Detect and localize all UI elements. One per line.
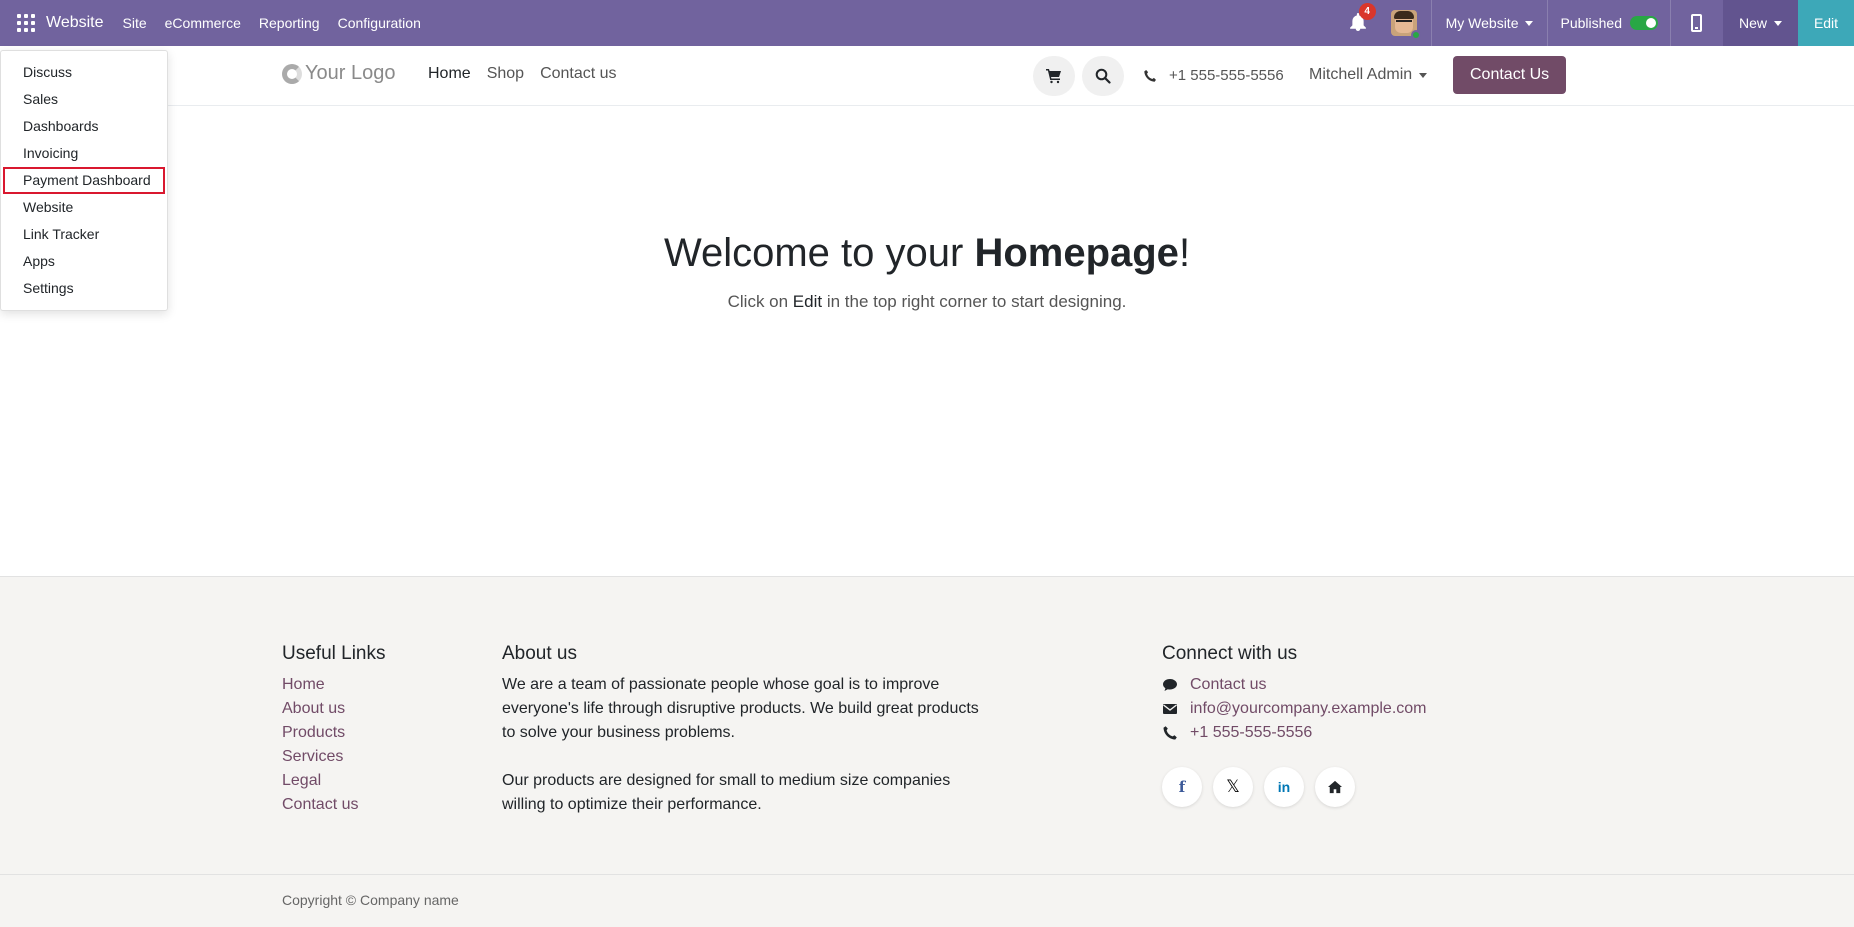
caret-down-icon	[1419, 72, 1428, 78]
user-name: Mitchell Admin	[1309, 66, 1413, 83]
facebook-icon[interactable]: f	[1162, 767, 1202, 807]
homepage-hero: Welcome to your Homepage! Click on Edit …	[0, 106, 1854, 576]
about-text-line: everyone's life through disruptive produ…	[502, 700, 979, 717]
about-column: About us We are a team of passionate peo…	[502, 643, 1042, 817]
notification-badge: 4	[1358, 3, 1376, 20]
logo-mark-icon	[282, 63, 302, 84]
nav-home[interactable]: Home	[420, 65, 479, 83]
menu-site[interactable]: Site	[114, 15, 156, 31]
about-text-line: to solve your business problems.	[502, 724, 735, 741]
hero-subtitle: Click on Edit in the top right corner to…	[727, 292, 1127, 311]
envelope-icon	[1163, 704, 1177, 714]
topbar-right: 4 My Website Published New Edit	[1349, 0, 1854, 46]
app-menu-apps[interactable]: Apps	[3, 248, 165, 275]
footer-link-home[interactable]: Home	[282, 673, 386, 697]
about-text-line: willing to optimize their performance.	[502, 796, 762, 813]
my-website-dropdown[interactable]: My Website	[1432, 15, 1548, 31]
published-toggle-group: Published	[1548, 15, 1670, 31]
footer-link-services[interactable]: Services	[282, 745, 386, 769]
shopping-cart-icon	[1046, 69, 1061, 84]
user-avatar[interactable]	[1390, 10, 1421, 40]
user-dropdown[interactable]: Mitchell Admin	[1309, 66, 1428, 84]
apps-dropdown-menu: Discuss Sales Dashboards Invoicing Payme…	[0, 50, 168, 311]
search-icon	[1095, 68, 1111, 84]
app-menu-settings[interactable]: Settings	[3, 275, 165, 302]
app-menu-payment-dashboard[interactable]: Payment Dashboard	[3, 167, 165, 194]
published-toggle[interactable]	[1629, 16, 1658, 30]
caret-down-icon	[1774, 20, 1782, 26]
menu-configuration[interactable]: Configuration	[329, 15, 430, 31]
copyright-bar: Copyright © Company name	[0, 874, 1854, 927]
nav-contact-us[interactable]: Contact us	[532, 65, 624, 83]
website-header: Your Logo Home Shop Contact us +1 555-55…	[0, 46, 1854, 106]
logo-text: Your Logo	[305, 62, 396, 84]
header-phone-number: +1 555-555-5556	[1169, 67, 1284, 84]
footer-contact-link[interactable]: Contact us	[1162, 673, 1427, 697]
connect-column: Connect with us Contact us info@yourcomp…	[1162, 643, 1427, 807]
useful-links-column: Useful Links Home About us Products Serv…	[282, 643, 386, 817]
contact-us-button[interactable]: Contact Us	[1453, 56, 1567, 94]
my-website-label: My Website	[1445, 15, 1519, 31]
x-icon[interactable]: 𝕏	[1213, 767, 1253, 807]
site-nav: Home Shop Contact us	[420, 65, 625, 83]
footer-link-about[interactable]: About us	[282, 697, 386, 721]
app-menu-sales[interactable]: Sales	[3, 86, 165, 113]
linkedin-icon[interactable]: in	[1264, 767, 1304, 807]
app-menu-link-tracker[interactable]: Link Tracker	[3, 221, 165, 248]
mobile-preview-button[interactable]	[1671, 0, 1723, 46]
phone-icon	[1163, 726, 1177, 740]
copyright-text: Copyright © Company name	[282, 892, 459, 908]
comment-icon	[1163, 679, 1177, 691]
new-button[interactable]: New	[1722, 0, 1798, 46]
apps-grid-icon[interactable]	[17, 14, 35, 32]
app-brand[interactable]: Website	[46, 14, 104, 32]
site-footer: Useful Links Home About us Products Serv…	[0, 576, 1854, 874]
new-label: New	[1738, 15, 1767, 31]
published-label: Published	[1560, 15, 1622, 31]
menu-ecommerce[interactable]: eCommerce	[156, 15, 250, 31]
app-menu-dashboards[interactable]: Dashboards	[3, 113, 165, 140]
useful-links-heading: Useful Links	[282, 643, 386, 664]
app-menu-invoicing[interactable]: Invoicing	[3, 140, 165, 167]
hero-title: Welcome to your Homepage!	[663, 231, 1191, 275]
social-links: f 𝕏 in	[1162, 767, 1427, 807]
footer-link-contact[interactable]: Contact us	[282, 793, 386, 817]
nav-shop[interactable]: Shop	[479, 65, 532, 83]
footer-link-products[interactable]: Products	[282, 721, 386, 745]
phone-icon	[1144, 69, 1156, 82]
search-button[interactable]	[1082, 56, 1124, 96]
menu-reporting[interactable]: Reporting	[250, 15, 329, 31]
app-menu-discuss[interactable]: Discuss	[3, 59, 165, 86]
site-logo[interactable]: Your Logo	[282, 62, 395, 85]
online-status-dot	[1410, 30, 1421, 40]
footer-link-legal[interactable]: Legal	[282, 769, 386, 793]
cart-button[interactable]	[1033, 56, 1075, 96]
notifications-button[interactable]: 4	[1349, 3, 1376, 33]
connect-heading: Connect with us	[1162, 643, 1298, 664]
admin-topbar: Website Site eCommerce Reporting Configu…	[0, 0, 1854, 46]
about-text-line: Our products are designed for small to m…	[502, 772, 951, 789]
app-menu-website[interactable]: Website	[3, 194, 165, 221]
home-icon[interactable]	[1315, 767, 1355, 807]
footer-email-link[interactable]: info@yourcompany.example.com	[1162, 697, 1427, 721]
footer-phone-link[interactable]: +1 555-555-5556	[1162, 721, 1427, 745]
about-heading: About us	[502, 643, 577, 664]
caret-down-icon	[1525, 20, 1534, 26]
edit-button[interactable]: Edit	[1798, 0, 1854, 46]
about-text-line: We are a team of passionate people whose…	[502, 676, 940, 693]
top-menu: Site eCommerce Reporting Configuration	[114, 15, 430, 31]
mobile-phone-icon	[1691, 14, 1703, 32]
header-phone[interactable]: +1 555-555-5556	[1143, 67, 1284, 84]
